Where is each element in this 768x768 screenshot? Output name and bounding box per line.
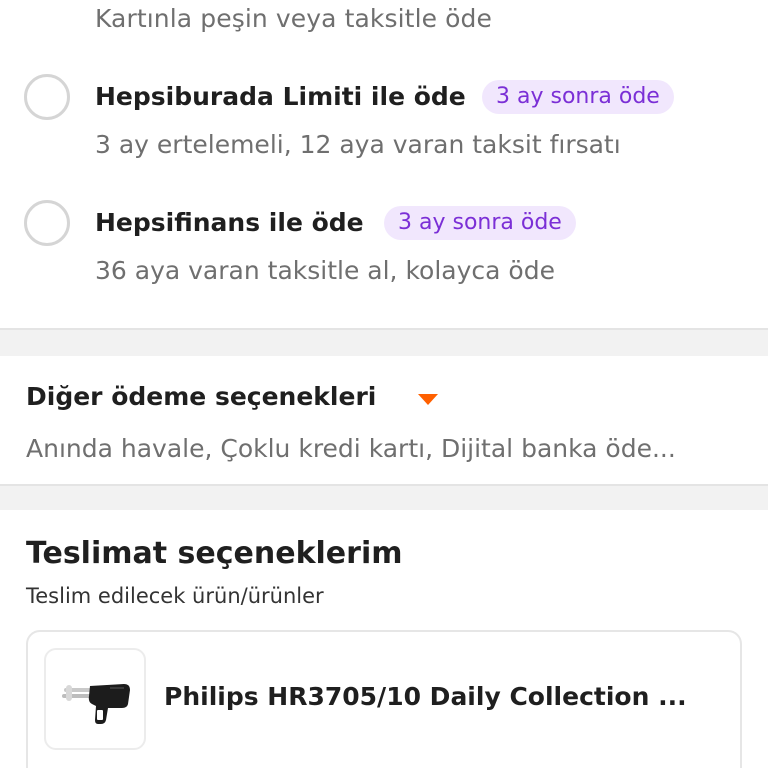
other-payment-subtitle: Anında havale, Çoklu kredi kartı, Dijita… <box>26 434 676 463</box>
payment-option-title: Hepsifinans ile öde <box>95 208 364 237</box>
pay-later-badge: 3 ay sonra öde <box>384 206 576 240</box>
other-payment-options[interactable]: Diğer ödeme seçenekleri Anında havale, Ç… <box>0 356 768 484</box>
section-divider <box>0 484 768 510</box>
radio-button[interactable] <box>24 74 70 120</box>
section-divider <box>0 328 768 356</box>
radio-button[interactable] <box>24 200 70 246</box>
card-payment-subtitle: Kartınla peşin veya taksitle öde <box>95 4 492 33</box>
payment-options-section: Kartınla peşin veya taksitle öde Hepsibu… <box>0 0 768 328</box>
product-thumbnail[interactable] <box>44 648 146 750</box>
payment-option-subtitle: 36 aya varan taksitle al, kolayca öde <box>95 256 555 285</box>
product-name[interactable]: Philips HR3705/10 Daily Collection ... <box>164 682 687 711</box>
payment-option-subtitle: 3 ay ertelemeli, 12 aya varan taksit fır… <box>95 130 621 159</box>
pay-later-badge: 3 ay sonra öde <box>482 80 674 114</box>
payment-option-title: Hepsiburada Limiti ile öde <box>95 82 466 111</box>
other-payment-title: Diğer ödeme seçenekleri <box>26 382 377 411</box>
delivery-title: Teslimat seçeneklerim <box>26 536 403 571</box>
product-card[interactable]: Philips HR3705/10 Daily Collection ... <box>26 630 742 768</box>
delivery-section: Teslimat seçeneklerim Teslim edilecek ür… <box>0 510 768 768</box>
caret-down-icon[interactable] <box>418 394 438 405</box>
hand-mixer-image <box>62 684 130 724</box>
checkout-page: Kartınla peşin veya taksitle öde Hepsibu… <box>0 0 768 768</box>
delivery-subtitle: Teslim edilecek ürün/ürünler <box>26 584 324 608</box>
